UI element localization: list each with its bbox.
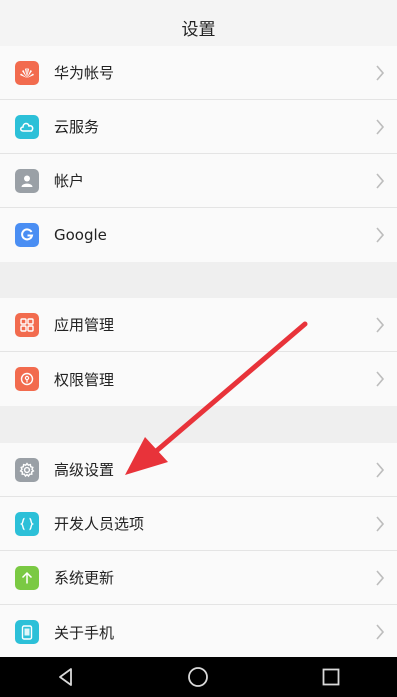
chevron-right-icon	[376, 64, 385, 81]
settings-item-label: 高级设置	[54, 461, 115, 479]
settings-item-label: 帐户	[54, 172, 85, 190]
chevron-right-icon	[376, 172, 385, 189]
settings-item-label: Google	[54, 226, 107, 244]
apps-group: 应用管理 权限管理	[0, 298, 397, 406]
settings-item-label: 权限管理	[54, 370, 115, 389]
system-group: 高级设置 开发人员选项 系统更新 关于手机	[0, 443, 397, 659]
braces-icon	[15, 511, 39, 536]
settings-item-developer-options[interactable]: 开发人员选项	[0, 497, 397, 551]
settings-item-label: 华为帐号	[54, 64, 115, 82]
chevron-right-icon	[376, 118, 385, 135]
permission-icon	[15, 367, 39, 391]
page-title: 设置	[181, 20, 216, 40]
chevron-right-icon	[376, 569, 385, 586]
chevron-right-icon	[376, 461, 385, 478]
account-group: 华为帐号 云服务 帐户 Google	[0, 46, 397, 262]
chevron-right-icon	[376, 624, 385, 640]
chevron-right-icon	[376, 227, 385, 243]
section-divider	[0, 406, 397, 443]
settings-item-label: 应用管理	[54, 316, 115, 334]
person-icon	[15, 168, 39, 193]
settings-item-label: 关于手机	[54, 623, 115, 642]
gear-icon	[15, 457, 39, 482]
chevron-right-icon	[376, 316, 385, 333]
settings-item-app-management[interactable]: 应用管理	[0, 298, 397, 352]
settings-item-permission-management[interactable]: 权限管理	[0, 352, 397, 406]
phone-icon	[15, 620, 39, 644]
recents-button[interactable]	[286, 657, 376, 697]
chevron-right-icon	[376, 515, 385, 532]
system-navigation-bar	[0, 657, 397, 697]
settings-item-cloud[interactable]: 云服务	[0, 100, 397, 154]
home-button[interactable]	[153, 657, 243, 697]
settings-item-google[interactable]: Google	[0, 208, 397, 262]
app-grid-icon	[15, 312, 39, 337]
settings-item-about-phone[interactable]: 关于手机	[0, 605, 397, 659]
settings-item-label: 系统更新	[54, 569, 115, 587]
settings-item-accounts[interactable]: 帐户	[0, 154, 397, 208]
chevron-right-icon	[376, 371, 385, 387]
settings-item-label: 云服务	[54, 118, 100, 136]
cloud-icon	[15, 114, 39, 139]
settings-item-label: 开发人员选项	[54, 515, 145, 533]
update-arrow-icon	[15, 565, 39, 590]
settings-item-advanced-settings[interactable]: 高级设置	[0, 443, 397, 497]
section-divider	[0, 262, 397, 298]
huawei-logo-icon	[15, 60, 39, 85]
home-circle-icon	[188, 667, 209, 687]
back-button[interactable]	[21, 657, 111, 697]
settings-item-huawei-account[interactable]: 华为帐号	[0, 46, 397, 100]
back-triangle-icon	[59, 668, 73, 686]
recents-square-icon	[322, 668, 340, 686]
settings-item-system-update[interactable]: 系统更新	[0, 551, 397, 605]
google-g-icon	[15, 223, 39, 247]
